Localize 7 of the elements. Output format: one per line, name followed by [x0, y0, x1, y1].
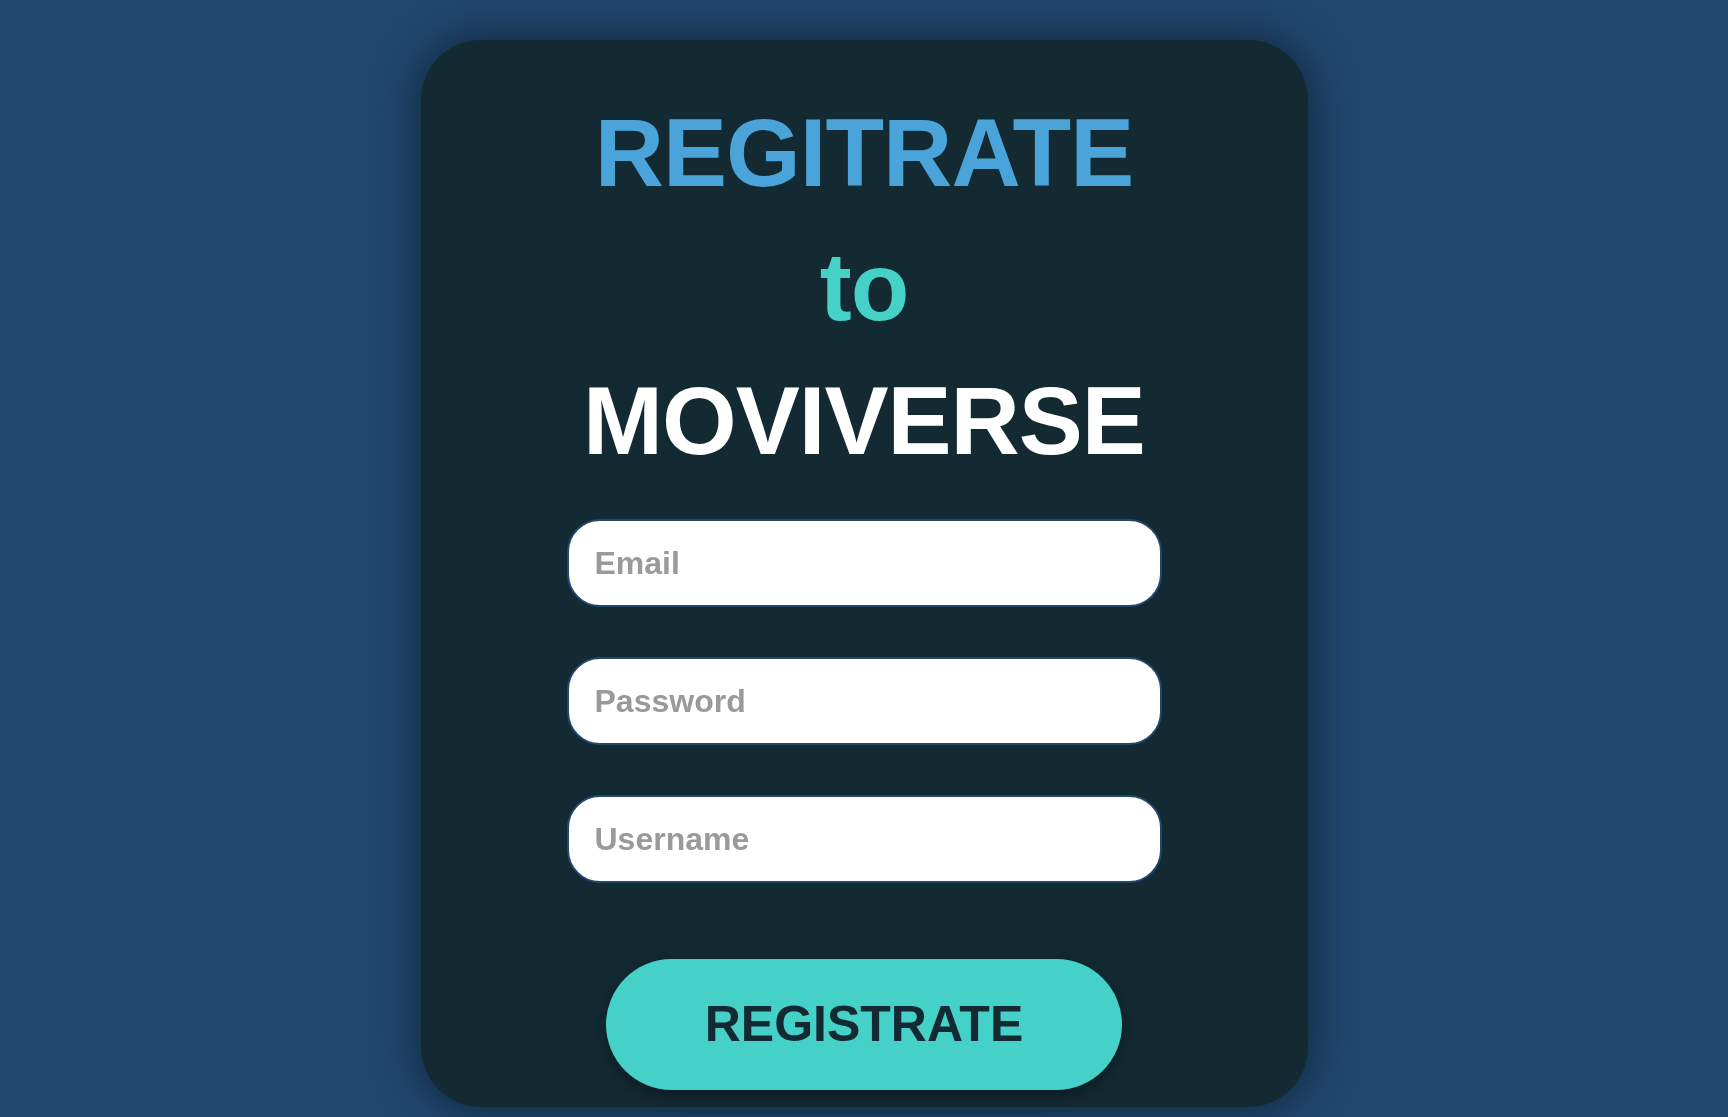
input-field[interactable]: Password: [566, 657, 1162, 745]
heading-line: MOVIVERSE: [583, 373, 1145, 469]
input-field[interactable]: Username: [566, 795, 1162, 883]
heading-line: to: [819, 239, 909, 335]
input-field[interactable]: Email: [566, 519, 1162, 607]
heading-line: REGITRATE: [594, 105, 1134, 201]
registrate-button[interactable]: REGISTRATE: [606, 959, 1122, 1090]
